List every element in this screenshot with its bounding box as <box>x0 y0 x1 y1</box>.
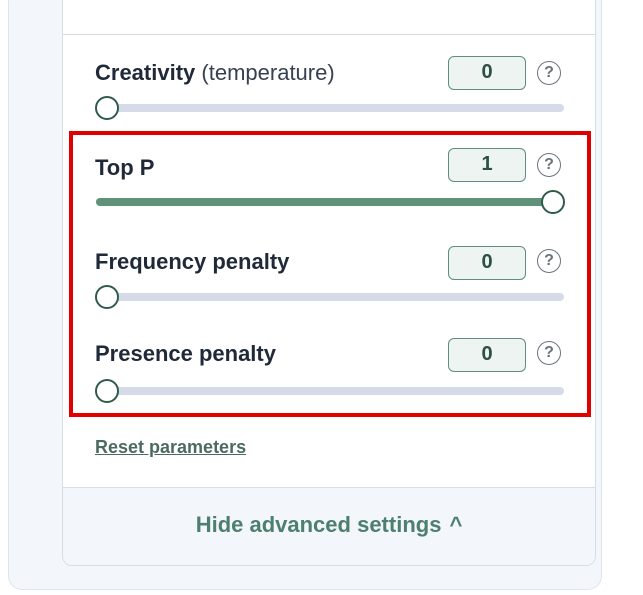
hide-advanced-settings-button[interactable]: Hide advanced settings ^ <box>63 512 595 538</box>
creativity-slider-track[interactable] <box>96 104 564 112</box>
highlight-box <box>69 131 591 417</box>
advanced-settings-footer: Hide advanced settings ^ <box>63 488 595 565</box>
hide-advanced-settings-label: Hide advanced settings <box>195 512 442 537</box>
creativity-label-suffix: (temperature) <box>201 60 335 85</box>
card-top-divider <box>62 34 596 35</box>
creativity-help-icon[interactable]: ? <box>537 61 561 85</box>
chevron-up-icon: ^ <box>449 512 463 537</box>
creativity-slider-thumb[interactable] <box>95 96 119 120</box>
creativity-label-text: Creativity <box>95 60 196 85</box>
creativity-label: Creativity (temperature) <box>95 60 335 86</box>
reset-parameters-link[interactable]: Reset parameters <box>95 437 246 458</box>
creativity-value-input[interactable]: 0 <box>448 56 526 90</box>
